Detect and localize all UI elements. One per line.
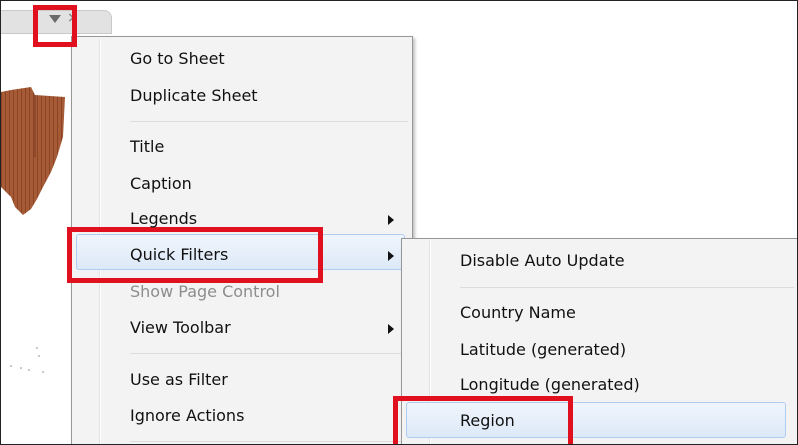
menu-item-caption[interactable]: Caption: [130, 169, 408, 199]
map-dots: [10, 347, 44, 373]
menu-item-use-as-filter[interactable]: Use as Filter: [130, 365, 408, 395]
menu-item-ignore-actions[interactable]: Ignore Actions: [130, 401, 408, 431]
submenu-item-country-name[interactable]: Country Name: [460, 298, 794, 328]
workspace-frame: × Go to Sheet Duplicate Sheet Title Capt…: [0, 0, 798, 445]
menu-separator: [130, 441, 408, 442]
submenu-arrow-icon: [388, 251, 394, 261]
menu-item-go-to-sheet[interactable]: Go to Sheet: [130, 44, 408, 74]
menu-separator: [130, 121, 408, 122]
submenu-arrow-icon: [388, 324, 394, 334]
map-region-shape: [1, 87, 65, 215]
menu-item-title[interactable]: Title: [130, 132, 408, 162]
annotation-box-tab-dropdown: [33, 5, 77, 47]
menu-item-duplicate-sheet[interactable]: Duplicate Sheet: [130, 81, 408, 111]
menu-separator: [130, 353, 408, 354]
submenu-arrow-icon: [388, 215, 394, 225]
menu-separator: [460, 287, 794, 288]
quick-filters-submenu: Disable Auto Update Country Name Latitud…: [401, 238, 797, 444]
menu-item-show-page-control: Show Page Control: [130, 282, 280, 301]
submenu-item-disable-auto-update[interactable]: Disable Auto Update: [460, 246, 794, 276]
menu-item-view-toolbar[interactable]: View Toolbar: [130, 313, 408, 343]
submenu-item-latitude[interactable]: Latitude (generated): [460, 335, 794, 365]
